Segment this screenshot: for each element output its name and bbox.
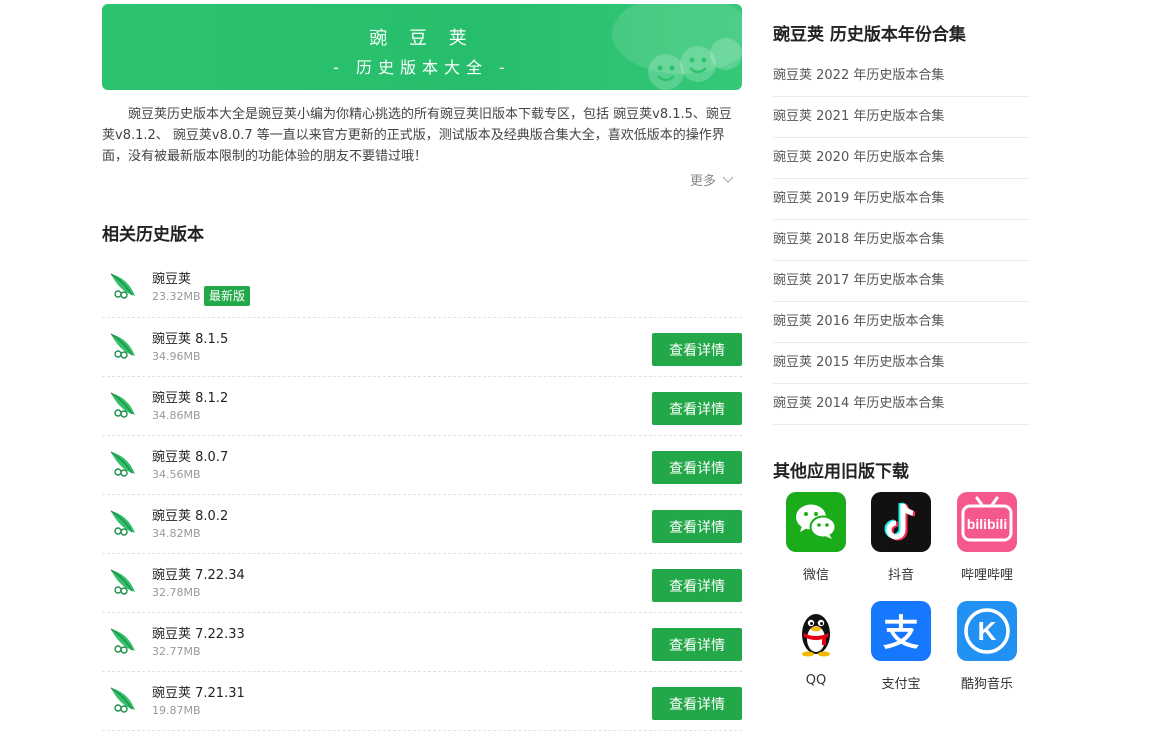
version-size: 32.78MB (152, 586, 201, 599)
version-name: 豌豆荚 7.22.34 (152, 568, 245, 583)
version-name: 豌豆荚 7.21.31 (152, 686, 245, 701)
banner-subtitle: - 历史版本大全 - (333, 58, 511, 77)
wandoujia-logo-icon (110, 392, 135, 418)
year-collection-list: 豌豆荚 2022 年历史版本合集 豌豆荚 2021 年历史版本合集 豌豆荚 20… (773, 56, 1030, 425)
year-collection-link[interactable]: 豌豆荚 2020 年历史版本合集 (773, 138, 1030, 179)
kugou-icon: K (957, 601, 1017, 661)
app-link-bilibili[interactable]: bilibili 哔哩哔哩 (944, 492, 1030, 583)
view-details-button[interactable]: 查看详情 (652, 392, 742, 425)
svg-text:支: 支 (883, 613, 919, 654)
view-details-button[interactable]: 查看详情 (652, 687, 742, 720)
year-collection-link[interactable]: 豌豆荚 2016 年历史版本合集 (773, 302, 1030, 343)
year-collection-link[interactable]: 豌豆荚 2018 年历史版本合集 (773, 220, 1030, 261)
version-size: 34.96MB (152, 350, 201, 363)
more-label: 更多 (690, 174, 717, 189)
app-name: 哔哩哔哩 (960, 568, 1013, 583)
wandoujia-logo-icon (110, 451, 135, 477)
year-collection-link[interactable]: 豌豆荚 2019 年历史版本合集 (773, 179, 1030, 220)
view-details-button[interactable]: 查看详情 (652, 333, 742, 366)
bilibili-icon: bilibili (957, 492, 1017, 552)
version-size: 32.77MB (152, 645, 201, 658)
year-collection-link[interactable]: 豌豆荚 2015 年历史版本合集 (773, 343, 1030, 384)
wandoujia-logo-icon (110, 510, 135, 536)
version-size: 23.32MB (152, 290, 201, 303)
banner-title: 豌 豆 荚 (369, 28, 475, 49)
version-row: 豌豆荚 8.1.5 34.96MB 查看详情 (102, 318, 742, 377)
wandoujia-logo-icon (110, 687, 135, 713)
version-row: 豌豆荚 8.0.2 34.82MB 查看详情 (102, 495, 742, 554)
version-row: 豌豆荚 7.22.34 32.78MB 查看详情 (102, 554, 742, 613)
app-name: 酷狗音乐 (960, 677, 1013, 692)
svg-text:bilibili: bilibili (967, 516, 1007, 532)
app-link-wechat[interactable]: 微信 (773, 492, 859, 583)
douyin-icon (871, 492, 931, 552)
app-link-douyin[interactable]: 抖音 (858, 492, 944, 583)
year-collection-link[interactable]: 豌豆荚 2017 年历史版本合集 (773, 261, 1030, 302)
wandoujia-logo-icon (110, 569, 135, 595)
version-size: 34.56MB (152, 468, 201, 481)
view-details-button[interactable]: 查看详情 (652, 451, 742, 484)
more-toggle[interactable]: 更多 (690, 170, 734, 189)
view-details-button[interactable]: 查看详情 (652, 510, 742, 543)
wandoujia-logo-icon (110, 333, 135, 359)
year-collection-link[interactable]: 豌豆荚 2021 年历史版本合集 (773, 97, 1030, 138)
version-name: 豌豆荚 8.0.2 (152, 509, 229, 524)
intro-paragraph: 豌豆荚历史版本大全是豌豆荚小编为你精心挑选的所有豌豆荚旧版本下载专区，包括 豌豆… (102, 107, 732, 164)
other-apps-title: 其他应用旧版下载 (773, 462, 909, 482)
chevron-down-icon (722, 176, 734, 183)
year-collection-link[interactable]: 豌豆荚 2022 年历史版本合集 (773, 56, 1030, 97)
version-name: 豌豆荚 8.1.5 (152, 332, 229, 347)
version-name: 豌豆荚 8.0.7 (152, 450, 229, 465)
version-name: 豌豆荚 (152, 272, 192, 287)
version-row[interactable]: 豌豆荚 23.32MB 最新版 (102, 258, 742, 318)
app-name: 微信 (802, 568, 829, 583)
wandoujia-logo-icon (110, 273, 135, 299)
svg-text:K: K (978, 616, 997, 646)
history-banner: 豌 豆 荚 - 历史版本大全 - (102, 4, 742, 90)
alipay-icon: 支 (871, 601, 931, 661)
app-name: 抖音 (887, 568, 914, 583)
version-size: 19.87MB (152, 704, 201, 717)
version-row: 豌豆荚 8.0.7 34.56MB 查看详情 (102, 436, 742, 495)
app-name: QQ (805, 673, 827, 688)
version-row: 豌豆荚 7.21.31 19.87MB 查看详情 (102, 672, 742, 731)
version-row: 豌豆荚 8.1.2 34.86MB 查看详情 (102, 377, 742, 436)
year-collection-link[interactable]: 豌豆荚 2014 年历史版本合集 (773, 384, 1030, 425)
view-details-button[interactable]: 查看详情 (652, 569, 742, 602)
latest-badge: 最新版 (204, 286, 251, 306)
version-size: 34.82MB (152, 527, 201, 540)
version-name: 豌豆荚 8.1.2 (152, 391, 229, 406)
version-row: 豌豆荚 7.22.33 32.77MB 查看详情 (102, 613, 742, 672)
wechat-icon (786, 492, 846, 552)
app-link-qq[interactable]: QQ (773, 601, 859, 688)
wandoujia-logo-icon (110, 628, 135, 654)
view-details-button[interactable]: 查看详情 (652, 628, 742, 661)
version-size: 34.86MB (152, 409, 201, 422)
qq-penguin-icon (786, 601, 846, 661)
years-section-title: 豌豆荚 历史版本年份合集 (773, 25, 966, 45)
version-list: 豌豆荚 23.32MB 最新版 豌豆荚 8.1.5 34.96MB 查看详情 豌… (102, 258, 742, 731)
version-name: 豌豆荚 7.22.33 (152, 627, 245, 642)
app-link-kugou[interactable]: K 酷狗音乐 (944, 601, 1030, 692)
versions-section-title: 相关历史版本 (102, 225, 204, 245)
app-link-alipay[interactable]: 支 支付宝 (858, 601, 944, 692)
app-name: 支付宝 (881, 677, 921, 692)
